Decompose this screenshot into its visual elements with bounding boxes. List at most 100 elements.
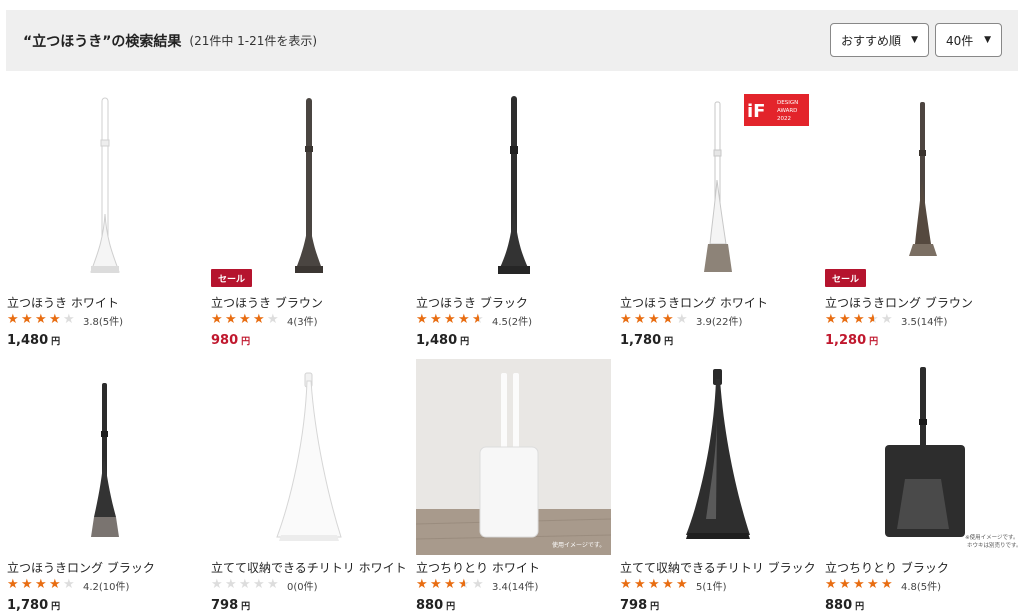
- star-empty-icon: ★: [211, 577, 223, 592]
- rating-text: 3.4(14件): [492, 581, 539, 593]
- star-full-icon: ★: [620, 577, 632, 592]
- star-empty-icon: ★: [225, 577, 237, 592]
- product-image[interactable]: 使用イメージです。: [416, 359, 611, 555]
- product-image[interactable]: [620, 359, 815, 555]
- price-row: 1,480 円: [7, 333, 60, 348]
- rating-text: 3.5(14件): [901, 316, 948, 328]
- star-full-icon: ★: [634, 312, 646, 327]
- star-full-icon: ★: [839, 577, 851, 592]
- star-full-icon: ★: [881, 577, 893, 592]
- price-currency: 円: [869, 337, 879, 347]
- design-award-badge: iF DESIGN AWARD 2022: [744, 94, 809, 126]
- star-full-icon: ★: [662, 312, 674, 327]
- star-full-icon: ★: [676, 577, 688, 592]
- star-full-icon: ★: [444, 577, 456, 592]
- price-currency: 円: [855, 602, 865, 612]
- rating-row: ★ ★ ★ ★ ★ 3.5(14件): [825, 312, 947, 328]
- star-full-icon: ★: [620, 312, 632, 327]
- star-full-icon: ★: [225, 312, 237, 327]
- award-text: AWARD: [777, 108, 797, 114]
- star-full-icon: ★: [21, 577, 33, 592]
- star-full-icon: ★: [430, 312, 442, 327]
- price-row: 880 円: [416, 598, 455, 613]
- price-currency: 円: [664, 337, 674, 347]
- rating-text: 3.9(22件): [696, 316, 743, 328]
- rating-row: ★ ★ ★ ★ ★ 4.8(5件): [825, 577, 941, 593]
- star-full-icon: ★: [867, 577, 879, 592]
- star-full-icon: ★: [458, 312, 470, 327]
- price-row: 798 円: [620, 598, 659, 613]
- star-empty-icon: ★: [267, 312, 279, 327]
- star-full-icon: ★: [35, 577, 47, 592]
- rating-text: 3.8(5件): [83, 316, 124, 328]
- star-full-icon: ★: [430, 577, 442, 592]
- image-caption: ※使用イメージです。: [965, 533, 1018, 541]
- product-image[interactable]: [825, 94, 1020, 290]
- price-row: 1,280 円: [825, 333, 878, 348]
- star-full-icon: ★: [839, 312, 851, 327]
- star-full-icon: ★: [825, 312, 837, 327]
- rating-row: ★ ★ ★ ★ ★ 3.8(5件): [7, 312, 123, 328]
- price-value: 798: [620, 598, 648, 613]
- rating-text: 0(0件): [287, 581, 318, 593]
- rating-row: ★ ★ ★ ★ ★ 4.5(2件): [416, 312, 532, 328]
- rating-row: ★ ★ ★ ★ ★ 4.2(10件): [7, 577, 129, 593]
- star-empty-icon: ★: [472, 577, 484, 592]
- price-row: 1,480 円: [416, 333, 469, 348]
- product-name-link[interactable]: 立つほうきロング ブラック: [7, 559, 207, 576]
- caret-down-icon: ▼: [911, 35, 918, 45]
- sort-order-label: おすすめ順: [841, 33, 902, 48]
- star-full-icon: ★: [416, 312, 428, 327]
- price-row: 980 円: [211, 333, 250, 348]
- rating-text: 4.8(5件): [901, 581, 942, 593]
- rating-text: 4(3件): [287, 316, 318, 328]
- caret-down-icon: ▼: [984, 35, 991, 45]
- product-name-link[interactable]: 立つほうき ホワイト: [7, 294, 207, 311]
- price-value: 880: [825, 598, 853, 613]
- product-image[interactable]: [7, 94, 202, 290]
- search-results-title: “立つほうき”の検索結果: [23, 33, 182, 50]
- price-row: 798 円: [211, 598, 250, 613]
- search-results-header: “立つほうき”の検索結果 (21件中 1-21件を表示) おすすめ順 ▼ 40件…: [6, 10, 1018, 71]
- product-name-link[interactable]: 立つほうきロング ブラウン: [825, 294, 1024, 311]
- sale-badge: セール: [211, 269, 253, 287]
- product-image[interactable]: [7, 359, 202, 555]
- price-currency: 円: [51, 337, 61, 347]
- star-full-icon: ★: [7, 577, 19, 592]
- price-currency: 円: [241, 337, 251, 347]
- product-name-link[interactable]: 立つほうきロング ホワイト: [620, 294, 820, 311]
- product-name-link[interactable]: 立てて収納できるチリトリ ブラック: [620, 559, 820, 576]
- product-image[interactable]: [211, 94, 406, 290]
- price-currency: 円: [241, 602, 251, 612]
- product-image[interactable]: [416, 94, 611, 290]
- price-currency: 円: [460, 337, 470, 347]
- items-per-page-select[interactable]: 40件 ▼: [935, 23, 1002, 57]
- star-full-icon: ★: [853, 312, 865, 327]
- items-per-page-label: 40件: [946, 33, 974, 48]
- price-currency: 円: [51, 602, 61, 612]
- image-caption: 使用イメージです。: [552, 541, 605, 549]
- price-row: 1,780 円: [620, 333, 673, 348]
- star-full-icon: ★: [416, 577, 428, 592]
- price-value: 1,780: [620, 333, 662, 348]
- rating-row: ★ ★ ★ ★ ★ 4(3件): [211, 312, 318, 328]
- rating-row: ★ ★ ★ ★ ★ 5(1件): [620, 577, 727, 593]
- product-name-link[interactable]: 立つほうき ブラウン: [211, 294, 411, 311]
- product-name-link[interactable]: 立てて収納できるチリトリ ホワイト: [211, 559, 411, 576]
- price-currency: 円: [446, 602, 456, 612]
- sort-order-select[interactable]: おすすめ順 ▼: [830, 23, 929, 57]
- star-full-icon: ★: [239, 312, 251, 327]
- product-name-link[interactable]: 立つちりとり ブラック: [825, 559, 1024, 576]
- product-image[interactable]: ※使用イメージです。 ホウキは別売りです。: [825, 359, 1020, 555]
- price-value: 1,480: [416, 333, 458, 348]
- product-image[interactable]: [211, 359, 406, 555]
- star-full-icon: ★: [211, 312, 223, 327]
- price-value: 1,780: [7, 598, 49, 613]
- product-name-link[interactable]: 立つほうき ブラック: [416, 294, 616, 311]
- star-full-icon: ★: [7, 312, 19, 327]
- price-value: 880: [416, 598, 444, 613]
- product-name-link[interactable]: 立つちりとり ホワイト: [416, 559, 616, 576]
- price-row: 1,780 円: [7, 598, 60, 613]
- rating-text: 5(1件): [696, 581, 727, 593]
- award-text: 2022: [777, 116, 791, 122]
